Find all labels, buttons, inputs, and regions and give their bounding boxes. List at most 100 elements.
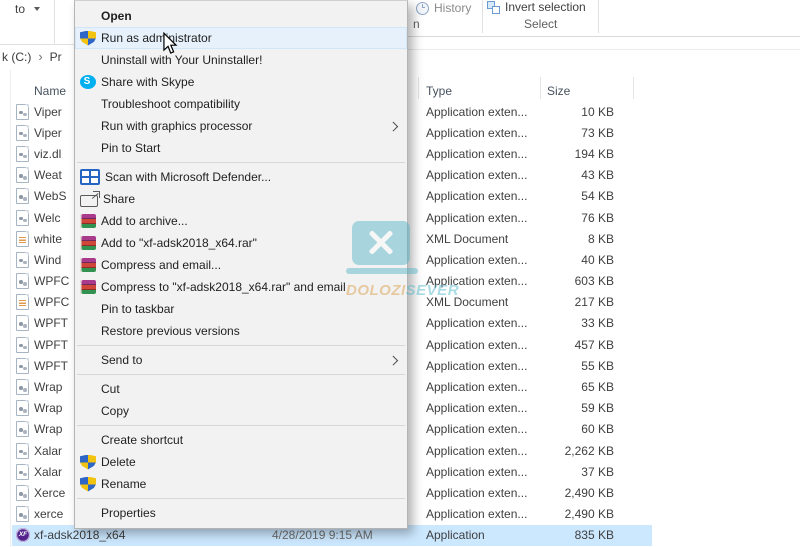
file-name: WPFT: [34, 316, 68, 331]
pane-divider: [10, 70, 11, 547]
file-size: 73 KB: [581, 125, 614, 140]
file-type: Application exten...: [426, 443, 528, 458]
menu-item-run-with-graphics-processor[interactable]: Run with graphics processor: [75, 115, 407, 137]
column-header-name[interactable]: Name: [34, 84, 66, 98]
menu-separator: [77, 374, 405, 375]
menu-item-run-as-administrator[interactable]: Run as administrator: [75, 27, 407, 49]
menu-item-compress-to-xf-adsk2018-x64-rar-and-email[interactable]: Compress to "xf-adsk2018_x64.rar" and em…: [75, 276, 407, 298]
winrar-icon: [80, 258, 96, 272]
menu-item-label: Cut: [101, 382, 120, 396]
column-divider[interactable]: [540, 77, 541, 99]
defender-icon: [80, 169, 100, 185]
breadcrumb-segment[interactable]: Pr: [50, 50, 62, 64]
menu-item-pin-to-start[interactable]: Pin to Start: [75, 137, 407, 159]
menu-item-label: Share with Skype: [101, 75, 195, 89]
file-size: 2,490 KB: [564, 507, 614, 522]
file-type: Application exten...: [426, 316, 528, 331]
file-type: Application exten...: [426, 507, 528, 522]
file-type: Application exten...: [426, 380, 528, 395]
breadcrumb[interactable]: k (C:) › Pr: [2, 49, 62, 64]
menu-item-add-to-archive[interactable]: Add to archive...: [75, 210, 407, 232]
select-group-label: Select: [524, 17, 558, 31]
menu-item-rename[interactable]: Rename: [75, 473, 407, 495]
file-name: Wrap: [34, 380, 63, 395]
menu-item-icon-placeholder: [80, 141, 96, 155]
file-type: Application exten...: [426, 210, 528, 225]
breadcrumb-chevron-icon: ›: [38, 49, 43, 64]
menu-item-share[interactable]: Share: [75, 188, 407, 210]
open-group-label-fragment: n: [413, 17, 420, 31]
menu-item-open[interactable]: Open: [75, 5, 407, 27]
menu-item-icon-placeholder: [80, 506, 96, 520]
menu-item-icon-placeholder: [80, 53, 96, 67]
menu-item-restore-previous-versions[interactable]: Restore previous versions: [75, 320, 407, 342]
column-header-type[interactable]: Type: [426, 84, 452, 98]
menu-item-icon-placeholder: [80, 433, 96, 447]
file-size: 2,262 KB: [564, 443, 614, 458]
dllfile-icon: [16, 188, 29, 205]
dllfile-icon: [16, 379, 29, 396]
history-button[interactable]: History: [416, 1, 471, 15]
file-size: 33 KB: [581, 316, 614, 331]
file-size: 37 KB: [581, 464, 614, 479]
menu-item-send-to[interactable]: Send to: [75, 349, 407, 371]
menu-item-label: Run as administrator: [101, 31, 212, 45]
file-name: Wrap: [34, 401, 63, 416]
invert-selection-icon: [487, 0, 500, 14]
file-size: 8 KB: [587, 231, 614, 246]
file-type: Application exten...: [426, 146, 528, 161]
menu-separator: [77, 498, 405, 499]
breadcrumb-segment[interactable]: k (C:): [2, 50, 31, 64]
column-divider[interactable]: [418, 77, 419, 99]
file-size: 2,490 KB: [564, 486, 614, 500]
menu-item-scan-with-microsoft-defender[interactable]: Scan with Microsoft Defender...: [75, 166, 407, 188]
file-size: 194 KB: [574, 146, 614, 161]
file-size: 43 KB: [581, 168, 614, 183]
menu-item-troubleshoot-compatibility[interactable]: Troubleshoot compatibility: [75, 93, 407, 115]
history-label: History: [434, 1, 472, 15]
menu-item-label: Run with graphics processor: [101, 119, 253, 133]
menu-item-label: Restore previous versions: [101, 324, 240, 338]
dllfile-icon: [16, 315, 29, 332]
menu-item-label: Uninstall with Your Uninstaller!: [101, 53, 263, 67]
menu-item-share-with-skype[interactable]: Share with Skype: [75, 71, 407, 93]
menu-item-label: Open: [101, 9, 132, 23]
ribbon-bottom-divider: [408, 36, 800, 37]
menu-item-uninstall-with-your-uninstaller[interactable]: Uninstall with Your Uninstaller!: [75, 49, 407, 71]
dllfile-icon: [16, 145, 29, 162]
menu-item-compress-and-email[interactable]: Compress and email...: [75, 254, 407, 276]
dllfile-icon: [16, 273, 29, 290]
file-type: Application exten...: [426, 358, 528, 373]
file-name: Xalar: [34, 464, 63, 479]
menu-item-label: Copy: [101, 404, 130, 418]
file-size: 60 KB: [581, 422, 614, 437]
file-size: 65 KB: [581, 380, 614, 395]
file-explorer-window: to History Invert selection n Select k (…: [0, 0, 800, 547]
menu-item-copy[interactable]: Copy: [75, 400, 407, 422]
submenu-arrow-icon: [388, 121, 398, 131]
menu-item-create-shortcut[interactable]: Create shortcut: [75, 429, 407, 451]
shield-icon: [80, 476, 96, 492]
file-type: Application exten...: [426, 104, 528, 119]
column-divider[interactable]: [633, 77, 634, 99]
menu-item-label: Share: [103, 192, 136, 206]
menu-item-delete[interactable]: Delete: [75, 451, 407, 473]
menu-separator: [77, 162, 405, 163]
column-header-size[interactable]: Size: [547, 84, 570, 98]
invert-selection-button[interactable]: Invert selection: [487, 0, 586, 14]
file-name: xerce: [34, 507, 64, 522]
menu-separator: [77, 425, 405, 426]
file-name: WPFC: [34, 295, 70, 310]
ribbon-group-divider: [482, 0, 483, 33]
dllfile-icon: [16, 167, 29, 184]
menu-item-properties[interactable]: Properties: [75, 502, 407, 524]
file-name: xf-adsk2018_x64: [34, 528, 126, 543]
file-size: 457 KB: [574, 337, 614, 352]
dllfile-icon: [16, 442, 29, 459]
file-size: 603 KB: [574, 274, 614, 289]
menu-item-add-to-xf-adsk2018-x64-rar[interactable]: Add to "xf-adsk2018_x64.rar": [75, 232, 407, 254]
move-to-button[interactable]: to: [15, 2, 41, 16]
dllfile-icon: [16, 421, 29, 438]
menu-item-cut[interactable]: Cut: [75, 378, 407, 400]
menu-item-pin-to-taskbar[interactable]: Pin to taskbar: [75, 298, 407, 320]
